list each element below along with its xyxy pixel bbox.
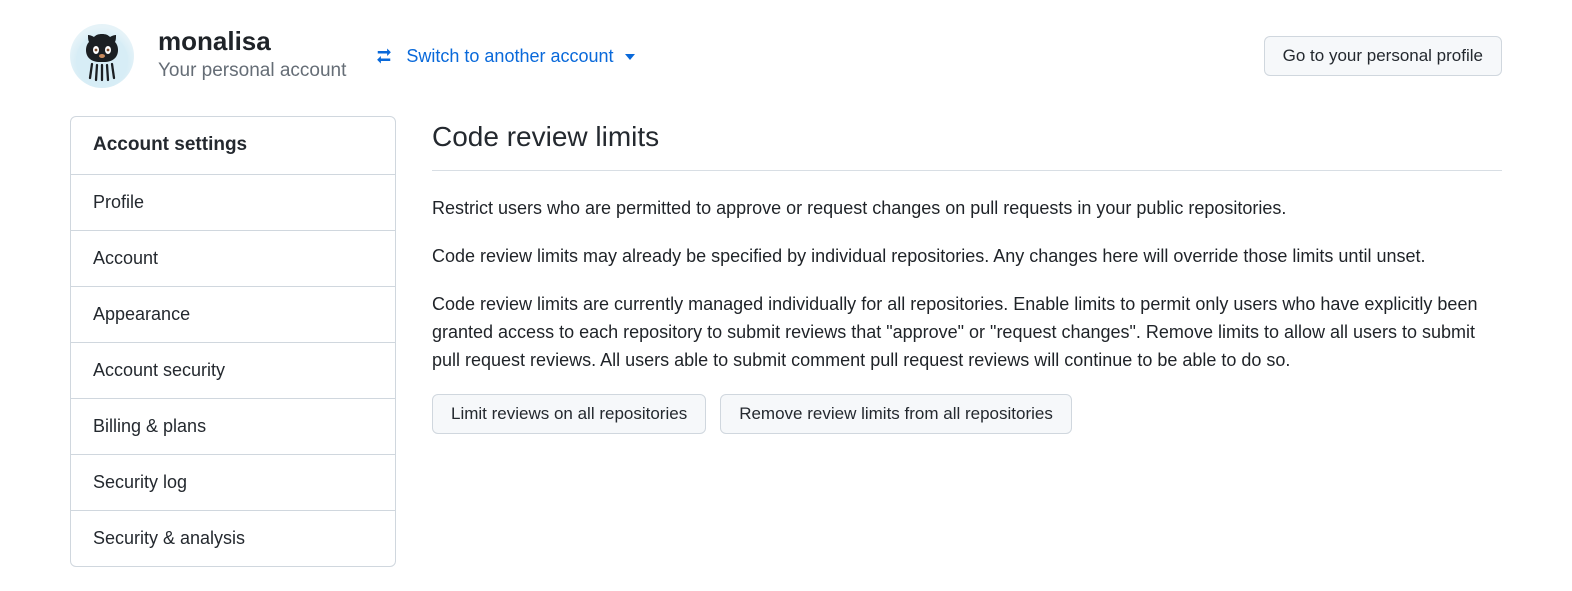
sidebar-item-label: Security & analysis xyxy=(93,528,245,548)
sidebar-item-appearance[interactable]: Appearance xyxy=(71,287,395,343)
page-title: Code review limits xyxy=(432,116,1502,171)
sidebar-item-label: Security log xyxy=(93,472,187,492)
description-paragraph-3: Code review limits are currently managed… xyxy=(432,291,1502,375)
account-type-label: Your personal account xyxy=(158,57,346,86)
avatar[interactable] xyxy=(70,24,134,88)
sidebar-item-security-log[interactable]: Security log xyxy=(71,455,395,511)
go-to-profile-button[interactable]: Go to your personal profile xyxy=(1264,36,1502,76)
sidebar-item-label: Appearance xyxy=(93,304,190,324)
sidebar-item-label: Billing & plans xyxy=(93,416,206,436)
description-paragraph-2: Code review limits may already be specif… xyxy=(432,243,1502,271)
octocat-icon xyxy=(70,24,134,88)
switch-account[interactable]: Switch to another account xyxy=(374,43,634,70)
limit-reviews-button[interactable]: Limit reviews on all repositories xyxy=(432,394,706,434)
username: monalisa xyxy=(158,26,346,57)
arrow-switch-icon xyxy=(374,46,394,66)
sidebar-title: Account settings xyxy=(71,117,395,175)
sidebar-item-label: Profile xyxy=(93,192,144,212)
action-buttons: Limit reviews on all repositories Remove… xyxy=(432,394,1502,434)
sidebar-item-label: Account security xyxy=(93,360,225,380)
main-content: Code review limits Restrict users who ar… xyxy=(432,116,1502,567)
chevron-down-icon xyxy=(625,54,635,60)
page-header: monalisa Your personal account Switch to… xyxy=(70,24,1502,88)
switch-account-label: Switch to another account xyxy=(406,46,613,66)
sidebar-item-label: Account xyxy=(93,248,158,268)
sidebar-item-billing-plans[interactable]: Billing & plans xyxy=(71,399,395,455)
account-info: monalisa Your personal account xyxy=(158,26,346,86)
sidebar-item-profile[interactable]: Profile xyxy=(71,175,395,231)
sidebar: Account settings Profile Account Appeara… xyxy=(70,116,396,567)
sidebar-item-account-security[interactable]: Account security xyxy=(71,343,395,399)
sidebar-item-account[interactable]: Account xyxy=(71,231,395,287)
remove-limits-button[interactable]: Remove review limits from all repositori… xyxy=(720,394,1072,434)
switch-account-link[interactable]: Switch to another account xyxy=(406,43,634,70)
description-paragraph-1: Restrict users who are permitted to appr… xyxy=(432,195,1502,223)
sidebar-item-security-analysis[interactable]: Security & analysis xyxy=(71,511,395,566)
